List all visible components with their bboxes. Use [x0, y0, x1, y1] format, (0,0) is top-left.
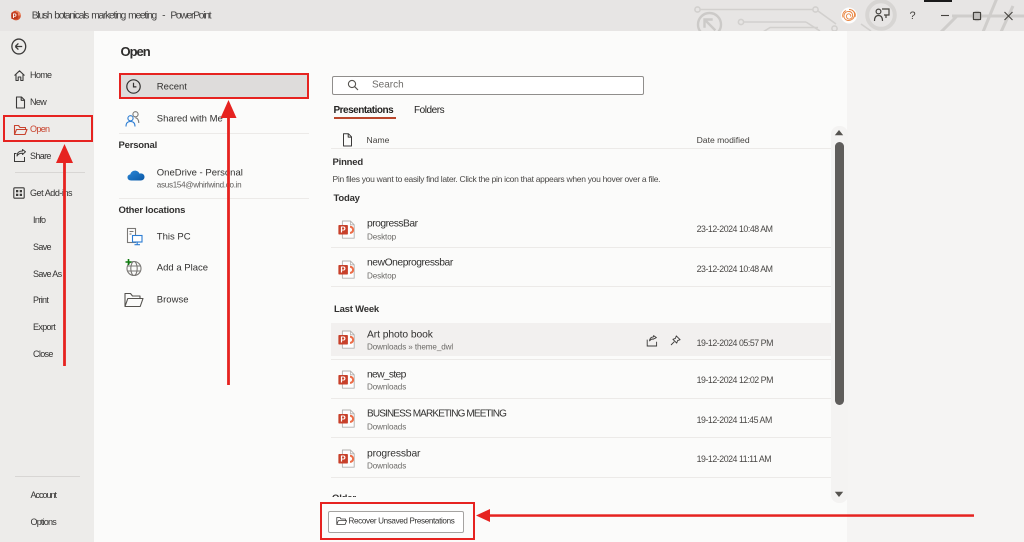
svg-text:P: P: [13, 14, 17, 20]
